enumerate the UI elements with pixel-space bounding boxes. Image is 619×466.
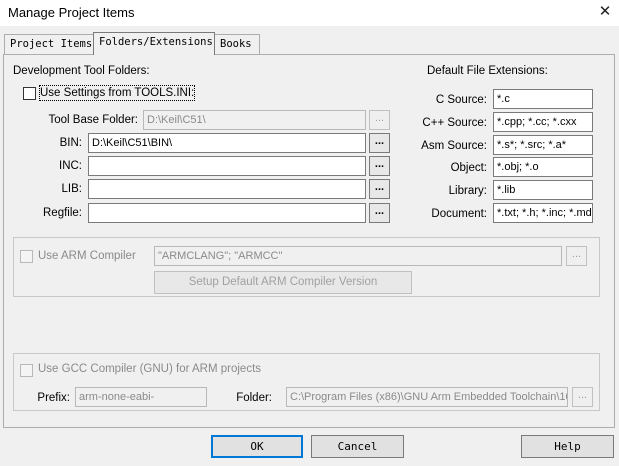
lib-label: LIB:: [61, 183, 82, 195]
tab-books[interactable]: Books: [214, 34, 260, 54]
lib-field[interactable]: [88, 179, 366, 199]
ext-asm-field[interactable]: *.s*; *.src; *.a*: [493, 135, 593, 155]
extensions-heading: Default File Extensions:: [427, 65, 548, 77]
arm-compiler-browse-button: ...: [566, 246, 587, 266]
use-arm-compiler-checkbox: [20, 250, 33, 263]
window-title: Manage Project Items: [8, 5, 135, 20]
ext-document-label: Document:: [431, 208, 487, 220]
arm-compiler-field: "ARMCLANG"; "ARMCC": [154, 246, 562, 266]
gcc-folder-field: C:\Program Files (x86)\GNU Arm Embedded …: [286, 387, 568, 407]
ext-object-field[interactable]: *.obj; *.o: [493, 157, 593, 177]
gcc-folder-browse-button: ...: [572, 387, 593, 407]
regfile-label: Regfile:: [43, 207, 82, 219]
tab-folders-extensions[interactable]: Folders/Extensions: [93, 32, 215, 55]
tab-project-items[interactable]: Project Items: [4, 34, 94, 54]
use-gcc-compiler-checkbox: [20, 364, 33, 377]
inc-field[interactable]: [88, 156, 366, 176]
tool-base-browse-button: ...: [369, 110, 390, 130]
tool-base-field: D:\Keil\C51\: [143, 110, 366, 130]
ext-cpp-field[interactable]: *.cpp; *.cc; *.cxx: [493, 112, 593, 132]
regfile-browse-button[interactable]: ...: [369, 203, 390, 223]
ext-document-field[interactable]: *.txt; *.h; *.inc; *.md: [493, 203, 593, 223]
tool-base-label: Tool Base Folder:: [48, 114, 139, 126]
gcc-prefix-field: arm-none-eabi-: [75, 387, 207, 407]
dev-folders-heading: Development Tool Folders:: [13, 65, 150, 77]
ext-object-label: Object:: [450, 162, 487, 174]
cancel-button[interactable]: Cancel: [311, 435, 404, 458]
help-button[interactable]: Help: [521, 435, 614, 458]
gcc-folder-label: Folder:: [236, 392, 272, 404]
close-icon[interactable]: ✕: [594, 2, 616, 22]
bin-label-text: BIN:: [59, 137, 82, 149]
lib-browse-button[interactable]: ...: [369, 179, 390, 199]
inc-browse-button[interactable]: ...: [369, 156, 390, 176]
use-settings-checkbox[interactable]: [23, 87, 36, 100]
ok-button[interactable]: OK: [211, 435, 303, 458]
ext-library-field[interactable]: *.lib: [493, 180, 593, 200]
regfile-field[interactable]: [88, 203, 366, 223]
bin-browse-button[interactable]: ...: [369, 133, 390, 153]
ext-asm-label: Asm Source:: [421, 140, 487, 152]
bin-field[interactable]: D:\Keil\C51\BIN\: [88, 133, 366, 153]
inc-label: INC:: [59, 160, 82, 172]
ext-library-label: Library:: [448, 185, 487, 197]
ext-cpp-label: C++ Source:: [422, 117, 487, 129]
use-gcc-compiler-label: Use GCC Compiler (GNU) for ARM projects: [38, 363, 262, 375]
ext-c-label: C Source:: [435, 94, 487, 106]
setup-arm-compiler-button: Setup Default ARM Compiler Version: [154, 271, 412, 294]
gcc-prefix-label: Prefix:: [37, 392, 70, 404]
ext-c-field[interactable]: *.c: [493, 89, 593, 109]
use-arm-compiler-label: Use ARM Compiler: [38, 250, 136, 262]
use-settings-label[interactable]: Use Settings from TOOLS.INI:: [39, 85, 196, 101]
